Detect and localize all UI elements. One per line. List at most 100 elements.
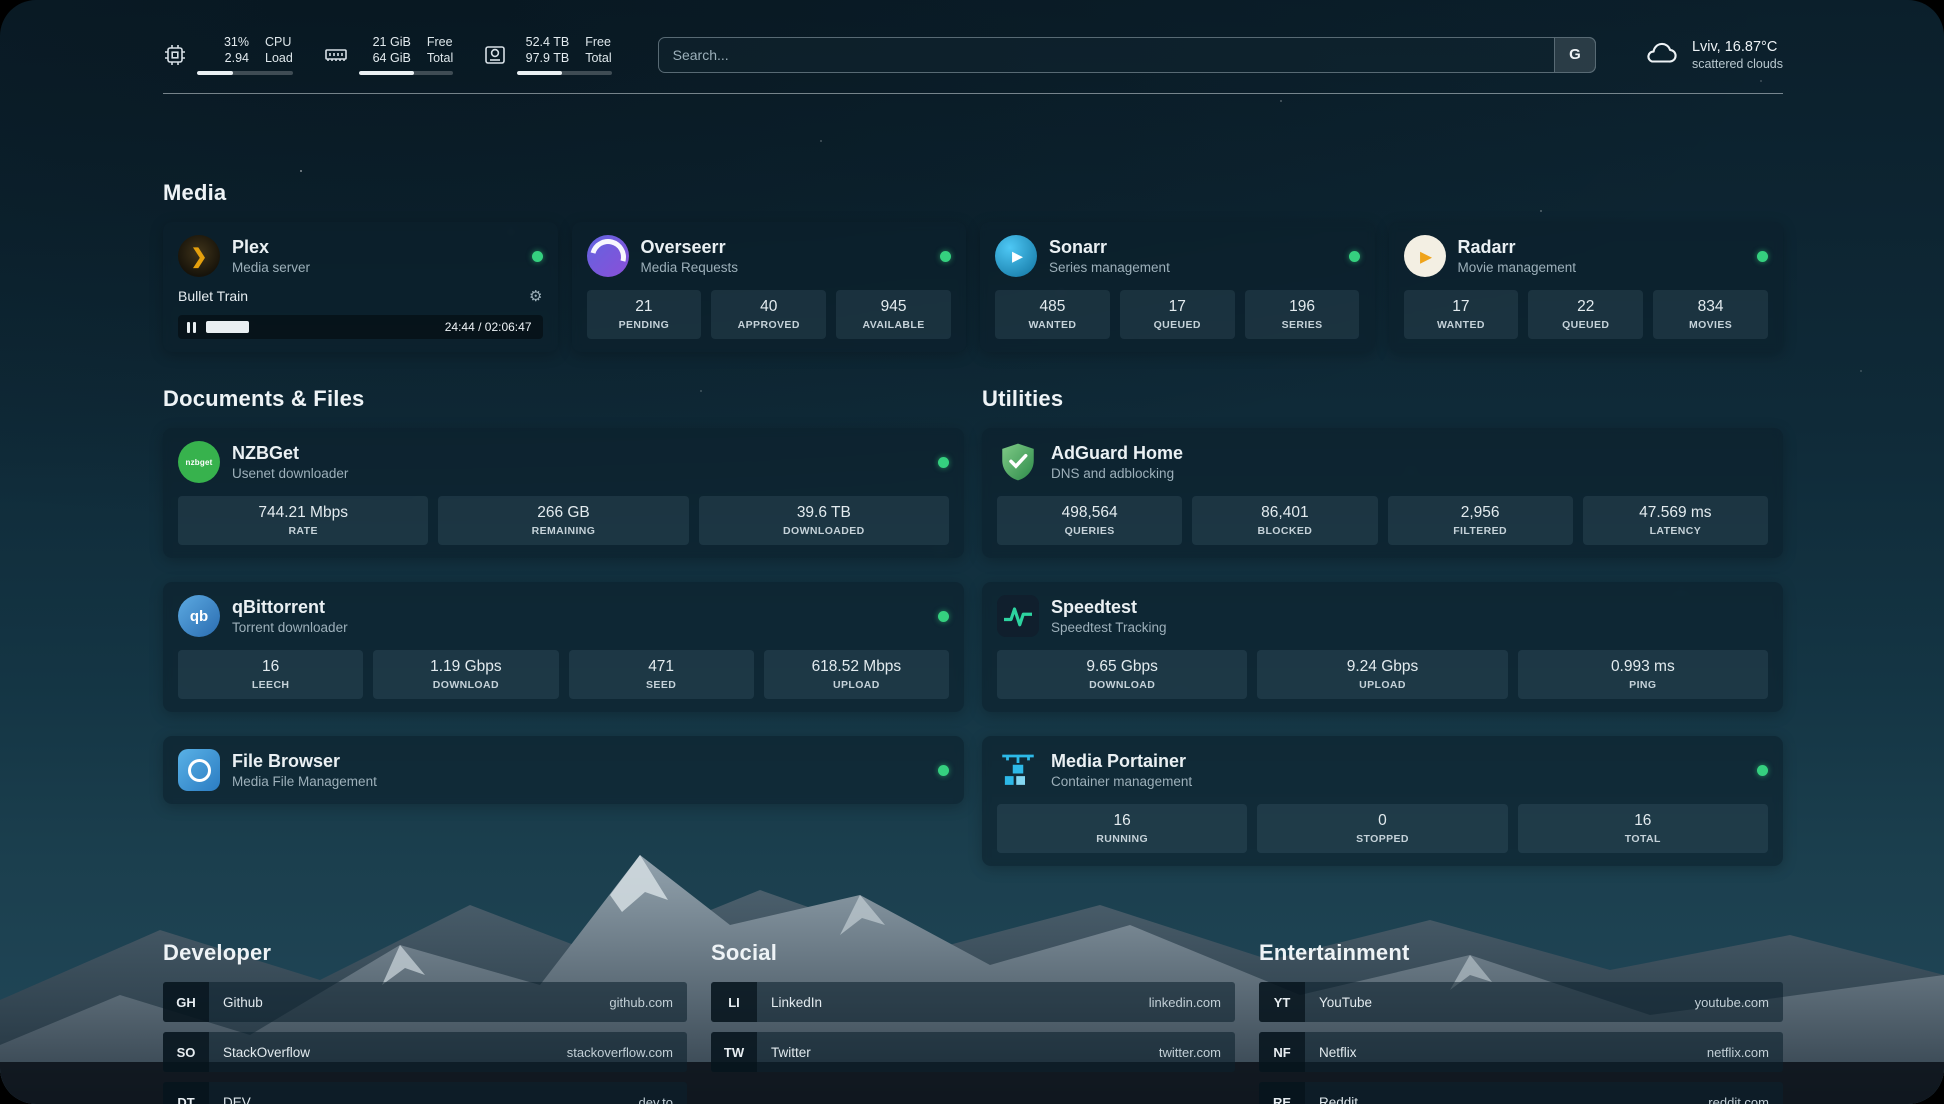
service-card-sonarr[interactable]: Sonarr Series management 485 WANTED 17 Q… [980, 222, 1375, 352]
service-card-nzbget[interactable]: nzbget NZBGet Usenet downloader 744.21 M… [163, 428, 964, 558]
stat-value: 834 [1657, 298, 1764, 316]
disk-usage-fill [517, 71, 561, 75]
service-card-overseerr[interactable]: Overseerr Media Requests 21 PENDING 40 A… [572, 222, 967, 352]
bookmark-url: twitter.com [1159, 1045, 1235, 1060]
bookmark-name: Twitter [757, 1045, 811, 1060]
stats-row: 744.21 Mbps RATE 266 GB REMAINING 39.6 T… [178, 496, 949, 545]
stat-wanted: 485 WANTED [995, 290, 1110, 339]
card-titles: qBittorrent Torrent downloader [232, 597, 348, 635]
stat-value: 945 [840, 298, 947, 316]
stat-value: 21 [591, 298, 698, 316]
playback-track[interactable]: 24:44 / 02:06:47 [206, 321, 534, 333]
card-titles: NZBGet Usenet downloader [232, 443, 348, 481]
bookmark-stackoverflow[interactable]: SO StackOverflow stackoverflow.com [163, 1032, 687, 1072]
bookmark-netflix[interactable]: NF Netflix netflix.com [1259, 1032, 1783, 1072]
stat-movies: 834 MOVIES [1653, 290, 1768, 339]
bookmark-name: DEV [209, 1095, 251, 1104]
adguard-shield-icon [997, 441, 1039, 483]
service-name: Media Portainer [1051, 751, 1192, 772]
stat-label: STOPPED [1261, 833, 1503, 845]
stat-value: 1.19 Gbps [377, 658, 554, 676]
stat-value: 47.569 ms [1587, 504, 1764, 522]
section-title-developer: Developer [163, 940, 687, 966]
service-card-qbittorrent[interactable]: qb qBittorrent Torrent downloader 16 [163, 582, 964, 712]
service-card-portainer[interactable]: Media Portainer Container management 16 … [982, 736, 1783, 866]
stat-queued: 17 QUEUED [1120, 290, 1235, 339]
memory-usage-bar [359, 71, 453, 75]
search-input[interactable] [658, 37, 1596, 73]
cpu-percent: 31% [197, 34, 249, 50]
service-name: AdGuard Home [1051, 443, 1183, 464]
stat-label: WANTED [1408, 319, 1515, 331]
service-description: Movie management [1458, 260, 1577, 275]
service-card-plex[interactable]: Plex Media server Bullet Train 24:44 [163, 222, 558, 352]
bookmark-group-entertainment: Entertainment YT YouTube youtube.com NF … [1259, 940, 1783, 1104]
stat-label: DOWNLOAD [1001, 679, 1243, 691]
section-title-social: Social [711, 940, 1235, 966]
media-grid: Plex Media server Bullet Train 24:44 [163, 222, 1783, 352]
bookmark-linkedin[interactable]: LI LinkedIn linkedin.com [711, 982, 1235, 1022]
stat-label: TOTAL [1522, 833, 1764, 845]
bookmark-youtube[interactable]: YT YouTube youtube.com [1259, 982, 1783, 1022]
service-description: Usenet downloader [232, 466, 348, 481]
card-header: Speedtest Speedtest Tracking [997, 595, 1768, 637]
weather-widget[interactable]: Lviv, 16.87°C scattered clouds [1642, 38, 1783, 71]
service-card-filebrowser[interactable]: File Browser Media File Management [163, 736, 964, 804]
utilities-card-stack: AdGuard Home DNS and adblocking 498,564 … [982, 428, 1783, 866]
stat-value: 16 [1001, 812, 1243, 830]
status-dot [1757, 765, 1768, 776]
stat-blocked: 86,401 BLOCKED [1192, 496, 1377, 545]
stat-label: AVAILABLE [840, 319, 947, 331]
stat-upload: 9.24 Gbps UPLOAD [1257, 650, 1507, 699]
search-provider-button[interactable]: G [1554, 37, 1596, 73]
card-header: Plex Media server [178, 235, 543, 277]
stat-wanted: 17 WANTED [1404, 290, 1519, 339]
memory-free: 21 GiB [359, 34, 411, 50]
stats-row: 9.65 Gbps DOWNLOAD 9.24 Gbps UPLOAD 0.99… [997, 650, 1768, 699]
disk-icon [483, 43, 507, 67]
bookmark-dev[interactable]: DT DEV dev.to [163, 1082, 687, 1104]
stat-rate: 744.21 Mbps RATE [178, 496, 428, 545]
memory-widget: 21 GiB 64 GiB Free Total [323, 34, 453, 75]
pause-icon[interactable] [187, 322, 196, 333]
stat-label: PING [1522, 679, 1764, 691]
playback-bar[interactable]: 24:44 / 02:06:47 [178, 315, 543, 339]
stat-label: LEECH [182, 679, 359, 691]
nzbget-icon: nzbget [178, 441, 220, 483]
two-column-area: Documents & Files nzbget NZBGet Usenet d… [163, 386, 1783, 866]
stat-latency: 47.569 ms LATENCY [1583, 496, 1768, 545]
disk-label-2: Total [585, 50, 611, 66]
radarr-icon [1404, 235, 1446, 277]
stat-upload: 618.52 Mbps UPLOAD [764, 650, 949, 699]
stat-label: RUNNING [1001, 833, 1243, 845]
stat-ping: 0.993 ms PING [1518, 650, 1768, 699]
section-title-utilities: Utilities [982, 386, 1783, 412]
stat-value: 22 [1532, 298, 1639, 316]
bookmark-name: Github [209, 995, 263, 1010]
bookmark-url: netflix.com [1707, 1045, 1783, 1060]
status-dot [1349, 251, 1360, 262]
bookmark-abbr: SO [163, 1032, 209, 1072]
service-card-speedtest[interactable]: Speedtest Speedtest Tracking 9.65 Gbps D… [982, 582, 1783, 712]
service-name: Overseerr [641, 237, 739, 258]
stats-row: 485 WANTED 17 QUEUED 196 SERIES [995, 290, 1360, 339]
stat-value: 17 [1408, 298, 1515, 316]
stat-download: 9.65 Gbps DOWNLOAD [997, 650, 1247, 699]
bookmark-reddit[interactable]: RE Reddit reddit.com [1259, 1082, 1783, 1104]
memory-usage-fill [359, 71, 414, 75]
stats-row: 17 WANTED 22 QUEUED 834 MOVIES [1404, 290, 1769, 339]
service-description: Media Requests [641, 260, 739, 275]
speedtest-icon [997, 595, 1039, 637]
bookmark-github[interactable]: GH Github github.com [163, 982, 687, 1022]
service-card-radarr[interactable]: Radarr Movie management 17 WANTED 22 QUE… [1389, 222, 1784, 352]
stat-value: 498,564 [1001, 504, 1178, 522]
card-header: Overseerr Media Requests [587, 235, 952, 277]
stat-value: 471 [573, 658, 750, 676]
cpu-load: 2.94 [197, 50, 249, 66]
service-card-adguard[interactable]: AdGuard Home DNS and adblocking 498,564 … [982, 428, 1783, 558]
bookmark-twitter[interactable]: TW Twitter twitter.com [711, 1032, 1235, 1072]
stat-value: 17 [1124, 298, 1231, 316]
service-name: Plex [232, 237, 310, 258]
gear-icon[interactable] [529, 289, 542, 304]
card-header: Media Portainer Container management [997, 749, 1768, 791]
